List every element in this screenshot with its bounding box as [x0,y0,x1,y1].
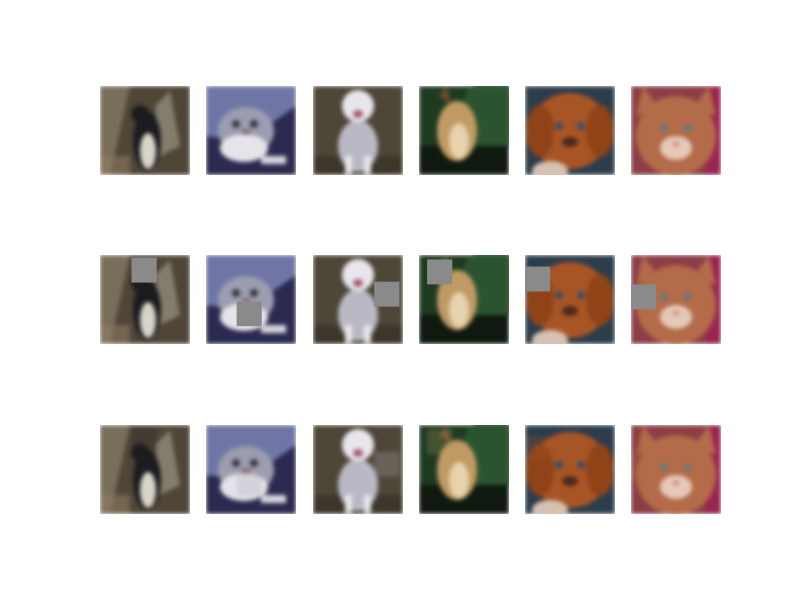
photo-white-bulldog-sitting [313,86,403,175]
photo-white-bulldog-sitting [313,425,403,514]
photo-black-white-puppy [100,425,190,514]
mask-patch [525,266,551,292]
photo-orange-maine-coon-cat [631,255,721,344]
mask-patch [374,281,400,307]
reconstructed-image-orange-cat-dark-green [419,425,509,514]
reconstructed-image-cavalier-king-charles-puppy [525,425,615,514]
photo-tabby-cat-lying [206,255,296,344]
photo-orange-maine-coon-cat [631,425,721,514]
photo-tabby-cat-lying [206,86,296,175]
masked-image-cavalier-king-charles-puppy [525,255,615,344]
original-image-orange-cat-dark-green [419,86,509,175]
reconstructed-image-orange-maine-coon-cat [631,425,721,514]
photo-orange-cat-dark-green [419,425,509,514]
original-image-orange-maine-coon-cat [631,86,721,175]
original-image-black-white-puppy [100,86,190,175]
photo-black-white-puppy [100,86,190,175]
masked-image-orange-maine-coon-cat [631,255,721,344]
masked-image-black-white-puppy [100,255,190,344]
photo-black-white-puppy [100,255,190,344]
reconstructed-image-black-white-puppy [100,425,190,514]
photo-orange-maine-coon-cat [631,86,721,175]
photo-orange-cat-dark-green [419,86,509,175]
original-image-tabby-cat-lying [206,86,296,175]
image-grid [0,0,800,600]
mask-patch [236,301,262,327]
mask-patch [631,284,657,310]
photo-tabby-cat-lying [206,425,296,514]
mask-patch [131,257,157,283]
reconstructed-image-white-bulldog-sitting [313,425,403,514]
original-image-cavalier-king-charles-puppy [525,86,615,175]
masked-image-tabby-cat-lying [206,255,296,344]
photo-cavalier-king-charles-puppy [525,255,615,344]
masked-image-white-bulldog-sitting [313,255,403,344]
reconstructed-image-tabby-cat-lying [206,425,296,514]
photo-cavalier-king-charles-puppy [525,86,615,175]
mask-patch [427,259,453,285]
photo-orange-cat-dark-green [419,255,509,344]
photo-white-bulldog-sitting [313,255,403,344]
photo-cavalier-king-charles-puppy [525,425,615,514]
masked-image-orange-cat-dark-green [419,255,509,344]
original-image-white-bulldog-sitting [313,86,403,175]
